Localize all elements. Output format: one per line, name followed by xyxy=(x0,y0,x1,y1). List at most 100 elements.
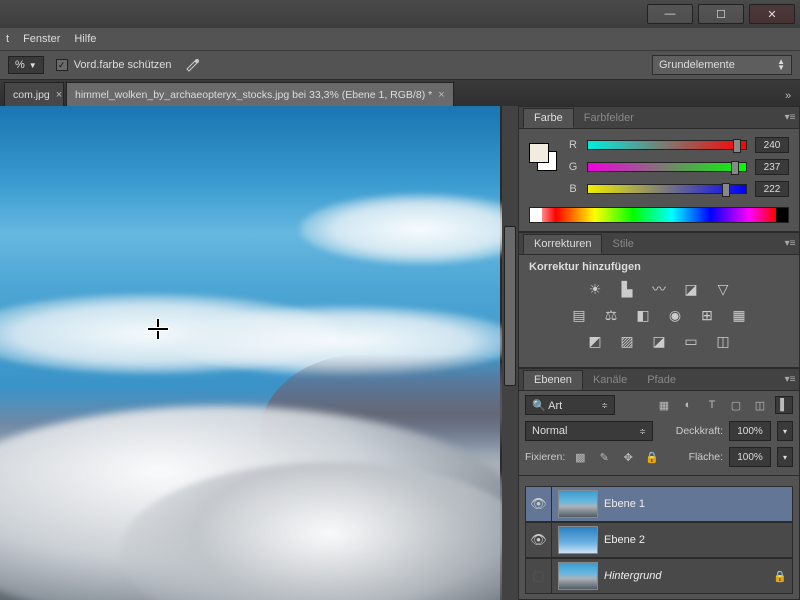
layer-name[interactable]: Hintergrund xyxy=(604,570,768,582)
right-panels: Farbe Farbfelder ▾≡ R 240 G xyxy=(518,106,800,600)
fill-label: Fläche: xyxy=(689,451,723,463)
invert-icon[interactable]: ◩ xyxy=(584,331,606,351)
vertical-scrollbar[interactable] xyxy=(502,106,518,600)
layer-thumbnail[interactable] xyxy=(558,562,598,590)
lock-icon: 🔒 xyxy=(768,570,792,583)
brush-settings-icon[interactable] xyxy=(184,56,202,74)
r-label: R xyxy=(567,139,579,151)
filter-type-icon[interactable]: T xyxy=(703,396,721,414)
g-label: G xyxy=(567,161,579,173)
menu-hilfe[interactable]: Hilfe xyxy=(74,33,96,45)
tab-pfade[interactable]: Pfade xyxy=(637,371,686,389)
close-button[interactable]: ✕ xyxy=(749,4,795,24)
lock-transparency-icon[interactable]: ▩ xyxy=(571,448,589,466)
tab-ebenen[interactable]: Ebenen xyxy=(523,370,583,390)
color-balance-icon[interactable]: ⚖ xyxy=(600,305,622,325)
options-bar: %▼ ✓ Vord.farbe schützen Grundelemente ▲… xyxy=(0,50,800,80)
lock-position-icon[interactable]: ✥ xyxy=(619,448,637,466)
tab-kanaele[interactable]: Kanäle xyxy=(583,371,637,389)
tab-farbe[interactable]: Farbe xyxy=(523,108,574,128)
color-spectrum[interactable] xyxy=(529,207,789,223)
curves-icon[interactable]: 〰 xyxy=(648,279,670,299)
scrollbar-thumb[interactable] xyxy=(504,226,516,386)
filter-shape-icon[interactable]: ▢ xyxy=(727,396,745,414)
lock-paint-icon[interactable]: ✎ xyxy=(595,448,613,466)
b-value[interactable]: 222 xyxy=(755,181,789,197)
layer-ebene-2[interactable]: 👁 Ebene 2 xyxy=(525,522,793,558)
layer-filter-dropdown[interactable]: 🔍 Art≑ xyxy=(525,395,615,415)
check-icon: ✓ xyxy=(56,59,68,71)
image-content xyxy=(300,194,518,264)
panel-menu-icon[interactable]: ▾≡ xyxy=(781,109,799,127)
filter-smart-icon[interactable]: ◫ xyxy=(751,396,769,414)
layers-panel: Ebenen Kanäle Pfade ▾≡ 🔍 Art≑ ▦ ◐ T ▢ ◫ … xyxy=(518,368,800,600)
layer-background[interactable]: ▢ Hintergrund 🔒 xyxy=(525,558,793,594)
menu-item-truncated[interactable]: t xyxy=(6,33,9,45)
collapse-panels-icon[interactable]: » xyxy=(778,86,798,106)
protect-foreground-checkbox[interactable]: ✓ Vord.farbe schützen xyxy=(56,59,172,71)
fill-arrow[interactable]: ▾ xyxy=(777,447,793,467)
hue-sat-icon[interactable]: ▤ xyxy=(568,305,590,325)
filter-adjust-icon[interactable]: ◐ xyxy=(679,396,697,414)
vibrance-icon[interactable]: ▽ xyxy=(712,279,734,299)
tab-stile[interactable]: Stile xyxy=(602,235,643,253)
brightness-icon[interactable]: ☀ xyxy=(584,279,606,299)
visibility-icon[interactable]: 👁 xyxy=(526,487,552,521)
tab-farbfelder[interactable]: Farbfelder xyxy=(574,109,644,127)
b-label: B xyxy=(567,183,579,195)
bw-icon[interactable]: ◧ xyxy=(632,305,654,325)
opacity-value[interactable]: 100% xyxy=(729,421,771,441)
color-lookup-icon[interactable]: ▦ xyxy=(728,305,750,325)
menubar: t Fenster Hilfe xyxy=(0,28,800,50)
canvas[interactable] xyxy=(0,106,500,600)
exposure-icon[interactable]: ◪ xyxy=(680,279,702,299)
filter-pixel-icon[interactable]: ▦ xyxy=(655,396,673,414)
close-tab-icon[interactable]: × xyxy=(56,89,62,101)
layer-name[interactable]: Ebene 1 xyxy=(604,498,792,510)
layer-ebene-1[interactable]: 👁 Ebene 1 xyxy=(525,486,793,522)
menu-fenster[interactable]: Fenster xyxy=(23,33,60,45)
layer-thumbnail[interactable] xyxy=(558,526,598,554)
panel-menu-icon[interactable]: ▾≡ xyxy=(781,371,799,389)
document-tab-1[interactable]: himmel_wolken_by_archaeopteryx_stocks.jp… xyxy=(66,82,454,106)
lock-label: Fixieren: xyxy=(525,451,565,463)
canvas-area[interactable] xyxy=(0,106,518,600)
photo-filter-icon[interactable]: ◉ xyxy=(664,305,686,325)
opacity-arrow[interactable]: ▾ xyxy=(777,421,793,441)
workspace-dropdown[interactable]: Grundelemente ▲▼ xyxy=(652,55,792,75)
fill-value[interactable]: 100% xyxy=(729,447,771,467)
opacity-field[interactable]: %▼ xyxy=(8,56,44,74)
adjustments-panel: Korrekturen Stile ▾≡ Korrektur hinzufüge… xyxy=(518,232,800,368)
g-value[interactable]: 237 xyxy=(755,159,789,175)
visibility-icon[interactable]: ▢ xyxy=(526,559,552,593)
foreground-swatch[interactable] xyxy=(529,143,549,163)
minimize-button[interactable]: — xyxy=(647,4,693,24)
selective-color-icon[interactable]: ◫ xyxy=(712,331,734,351)
chevron-down-icon: ▼ xyxy=(29,61,37,70)
r-slider[interactable] xyxy=(587,140,747,150)
b-slider[interactable] xyxy=(587,184,747,194)
r-value[interactable]: 240 xyxy=(755,137,789,153)
filter-toggle[interactable]: ▌ xyxy=(775,396,793,414)
threshold-icon[interactable]: ◪ xyxy=(648,331,670,351)
levels-icon[interactable]: ▙ xyxy=(616,279,638,299)
lock-all-icon[interactable]: 🔒 xyxy=(643,448,661,466)
channel-mixer-icon[interactable]: ⊞ xyxy=(696,305,718,325)
titlebar: — ☐ ✕ xyxy=(0,0,800,28)
posterize-icon[interactable]: ▨ xyxy=(616,331,638,351)
maximize-button[interactable]: ☐ xyxy=(698,4,744,24)
blend-mode-dropdown[interactable]: Normal≑ xyxy=(525,421,653,441)
document-tab-0[interactable]: com.jpg× xyxy=(4,82,64,106)
panel-menu-icon[interactable]: ▾≡ xyxy=(781,235,799,253)
color-swatches[interactable] xyxy=(529,143,557,171)
layer-thumbnail[interactable] xyxy=(558,490,598,518)
close-tab-icon[interactable]: × xyxy=(438,89,444,101)
adjustments-header: Korrektur hinzufügen xyxy=(529,261,789,273)
protect-foreground-label: Vord.farbe schützen xyxy=(74,59,172,71)
visibility-icon[interactable]: 👁 xyxy=(526,523,552,557)
gradient-map-icon[interactable]: ▭ xyxy=(680,331,702,351)
layer-name[interactable]: Ebene 2 xyxy=(604,534,792,546)
color-panel: Farbe Farbfelder ▾≡ R 240 G xyxy=(518,106,800,232)
tab-korrekturen[interactable]: Korrekturen xyxy=(523,234,602,254)
g-slider[interactable] xyxy=(587,162,747,172)
